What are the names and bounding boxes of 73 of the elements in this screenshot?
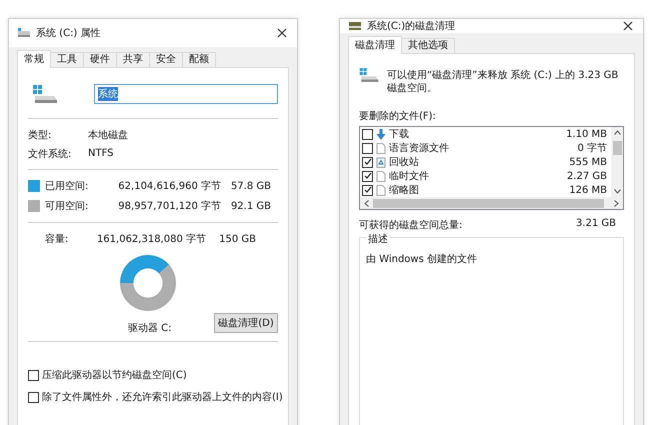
tab[interactable]: 配额 <box>182 52 216 67</box>
checkbox[interactable] <box>362 156 373 168</box>
checkbox-label: 压缩此驱动器以节约磁盘空间(C) <box>42 368 187 382</box>
list-item[interactable]: 下载 1.10 MB <box>362 127 609 141</box>
checkbox[interactable] <box>362 142 373 154</box>
checkbox[interactable] <box>362 184 373 196</box>
chevron-right-icon[interactable] <box>614 200 619 206</box>
tab[interactable]: 工具 <box>50 52 84 67</box>
file-icon <box>376 142 386 154</box>
checkbox[interactable] <box>28 392 39 402</box>
file-icon <box>376 184 386 196</box>
field-value: 本地磁盘 <box>88 128 128 142</box>
drive-icon <box>32 84 58 104</box>
drive-icon <box>348 21 362 31</box>
size-value: 150 GB <box>218 234 256 244</box>
file-name: 临时文件 <box>389 170 430 183</box>
list-label: 要删除的文件(F): <box>359 110 437 123</box>
checkbox[interactable] <box>362 170 373 182</box>
byte-count: 98,957,701,120 字节 <box>117 200 221 213</box>
file-size: 0 字节 <box>577 142 608 155</box>
file-icon <box>376 170 386 182</box>
file-name: 语言资源文件 <box>389 142 450 155</box>
disk-cleanup-button[interactable]: 磁盘清理(D) <box>214 313 278 333</box>
field-value: NTFS <box>88 148 114 159</box>
checkbox-label: 除了文件属性外，还允许索引此驱动器上文件的内容(I) <box>42 390 283 404</box>
tab[interactable]: 共享 <box>116 52 150 67</box>
group-title: 描述 <box>366 232 390 246</box>
list-item[interactable]: 缩略图 126 MB <box>362 183 609 197</box>
byte-count: 62,104,616,960 字节 <box>117 180 221 193</box>
close-icon[interactable] <box>623 21 633 31</box>
file-size: 126 MB <box>569 184 608 196</box>
file-size: 1.10 MB <box>566 128 608 140</box>
tab[interactable]: 其他选项 <box>401 38 455 53</box>
chevron-up-icon[interactable] <box>614 130 620 135</box>
tab[interactable]: 磁盘清理 <box>348 36 402 54</box>
byte-count: 161,062,318,080 字节 <box>96 232 206 246</box>
field-label: 文件系统: <box>28 148 72 160</box>
field-label: 可用空间: <box>45 200 90 213</box>
drive-icon <box>17 28 31 38</box>
file-name: 回收站 <box>389 156 420 169</box>
size-value: 57.8 GB <box>230 180 271 192</box>
down-arrow-icon <box>376 128 386 140</box>
file-name: 下载 <box>389 128 410 141</box>
list-item[interactable]: 语言资源文件 0 字节 <box>362 141 609 155</box>
chevron-left-icon[interactable] <box>364 200 369 206</box>
list-item[interactable]: 临时文件 2.27 GB <box>362 169 609 183</box>
window-title: 系统 (C:) 属性 <box>36 26 102 40</box>
list-item[interactable]: 回收站 555 MB <box>362 155 609 169</box>
tab[interactable]: 常规 <box>17 50 51 68</box>
name-field[interactable]: 系统 <box>94 84 278 104</box>
scrollbar-thumb[interactable] <box>612 141 622 155</box>
total-label: 可获得的磁盘空间总量: <box>359 218 462 232</box>
field-label: 容量: <box>45 232 70 246</box>
chevron-down-icon[interactable] <box>614 189 620 194</box>
intro-text: 可以使用“磁盘清理”来释放 系统 (C:) 上的 3.23 GB 磁盘空间。 <box>387 68 620 95</box>
scrollbar[interactable] <box>611 127 623 197</box>
scrollbar[interactable] <box>360 197 623 209</box>
description-text: 由 Windows 创建的文件 <box>366 252 478 266</box>
file-size: 2.27 GB <box>566 170 608 182</box>
drive-label: 驱动器 C: <box>128 322 173 335</box>
file-size: 555 MB <box>569 156 608 168</box>
total-value: 3.21 GB <box>576 218 616 231</box>
field-label: 已用空间: <box>45 180 90 193</box>
drive-icon <box>359 66 379 84</box>
window-title: 系统(C:)的磁盘清理 <box>367 20 456 33</box>
file-name: 缩略图 <box>389 184 420 197</box>
recycle-bin-icon <box>376 156 386 168</box>
checkbox[interactable] <box>362 128 373 140</box>
field-label: 类型: <box>28 128 52 142</box>
close-icon[interactable] <box>277 28 287 38</box>
checkbox[interactable] <box>28 370 39 380</box>
scrollbar-thumb[interactable] <box>373 198 604 208</box>
size-value: 92.1 GB <box>230 200 271 212</box>
